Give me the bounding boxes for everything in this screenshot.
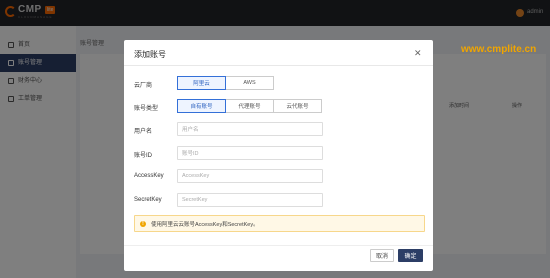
close-icon[interactable]: ✕ bbox=[414, 49, 422, 58]
secret-key-placeholder: SecretKey bbox=[182, 197, 208, 203]
secret-key-input[interactable]: SecretKey bbox=[177, 193, 323, 207]
account-type-proxy[interactable]: 云代账号 bbox=[273, 99, 322, 113]
vendor-option-aws[interactable]: AWS bbox=[225, 76, 274, 90]
account-type-label: 账号类型 bbox=[134, 106, 159, 112]
add-account-dialog: 添加账号 ✕ 云厂商 阿里云 AWS 账号类型 自有账号 代理账号 云代账号 用… bbox=[124, 40, 433, 271]
username-placeholder: 用户名 bbox=[182, 127, 199, 133]
access-key-placeholder: AccessKey bbox=[182, 173, 210, 179]
account-id-label: 账号ID bbox=[134, 153, 153, 159]
info-alert: ! 使用阿里云云账号AccessKey和SecretKey。 bbox=[134, 215, 425, 232]
vendor-option-aliyun[interactable]: 阿里云 bbox=[177, 76, 226, 90]
confirm-button[interactable]: 确定 bbox=[398, 249, 423, 262]
account-type-agent[interactable]: 代理账号 bbox=[225, 99, 274, 113]
cancel-button[interactable]: 取消 bbox=[370, 249, 394, 262]
secret-key-label: SecretKey bbox=[134, 197, 162, 203]
account-id-input[interactable]: 账号ID bbox=[177, 146, 323, 160]
dialog-title: 添加账号 bbox=[134, 50, 166, 59]
access-key-input[interactable]: AccessKey bbox=[177, 169, 323, 183]
account-type-own[interactable]: 自有账号 bbox=[177, 99, 226, 113]
watermark: www.cmplite.cn bbox=[461, 44, 537, 55]
username-input[interactable]: 用户名 bbox=[177, 122, 323, 136]
divider bbox=[124, 65, 433, 66]
alert-text: 使用阿里云云账号AccessKey和SecretKey。 bbox=[151, 221, 259, 228]
account-id-placeholder: 账号ID bbox=[182, 151, 199, 157]
cloud-vendor-label: 云厂商 bbox=[134, 83, 153, 89]
access-key-label: AccessKey bbox=[134, 173, 164, 179]
footer-divider bbox=[124, 245, 433, 246]
username-label: 用户名 bbox=[134, 129, 153, 135]
info-icon: ! bbox=[140, 220, 146, 227]
